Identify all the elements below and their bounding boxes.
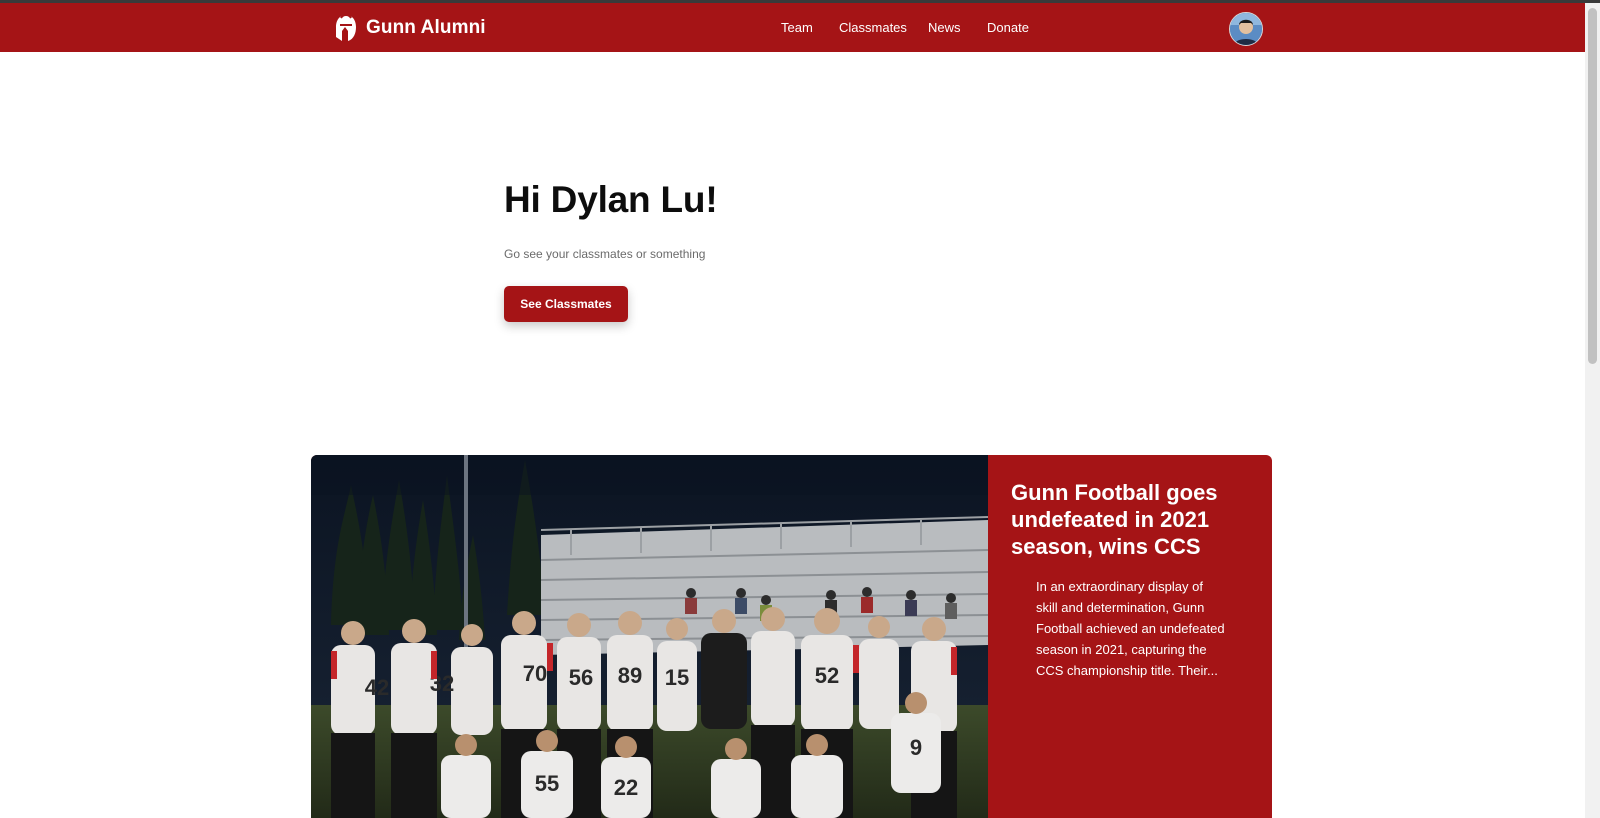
jersey-number: 22: [614, 775, 638, 800]
news-excerpt: In an extraordinary display of skill and…: [1036, 579, 1225, 678]
jersey-number: 52: [815, 663, 839, 688]
jersey-number: 56: [569, 665, 593, 690]
featured-news-card[interactable]: 42 32 70 56 89 15 52 9 22 55 Gunn Footba…: [311, 455, 1272, 818]
nav-link-news[interactable]: News: [928, 20, 961, 35]
hero-subtitle: Go see your classmates or something: [504, 247, 706, 261]
nav-link-classmates[interactable]: Classmates: [839, 20, 907, 35]
jersey-number: 9: [910, 735, 922, 760]
hero-greeting: Hi Dylan Lu!: [504, 179, 718, 220]
user-avatar[interactable]: [1229, 12, 1263, 46]
nav-link-team[interactable]: Team: [781, 20, 813, 35]
see-classmates-button[interactable]: See Classmates: [504, 286, 628, 322]
main-nav: Team Classmates News Donate: [0, 20, 1585, 40]
nav-link-donate[interactable]: Donate: [987, 20, 1029, 35]
jersey-number: 70: [523, 661, 547, 686]
news-photo: 42 32 70 56 89 15 52 9 22 55: [311, 455, 988, 818]
scrollbar-thumb[interactable]: [1588, 8, 1597, 364]
news-text-panel: Gunn Football goes undefeated in 2021 se…: [988, 455, 1272, 818]
jersey-number: 89: [618, 663, 642, 688]
navbar: Gunn Alumni Team Classmates News Donate: [0, 3, 1585, 52]
jersey-number: 55: [535, 771, 559, 796]
jersey-number: 15: [665, 665, 689, 690]
news-title[interactable]: Gunn Football goes undefeated in 2021 se…: [1011, 479, 1256, 560]
jersey-number: 42: [365, 675, 389, 700]
